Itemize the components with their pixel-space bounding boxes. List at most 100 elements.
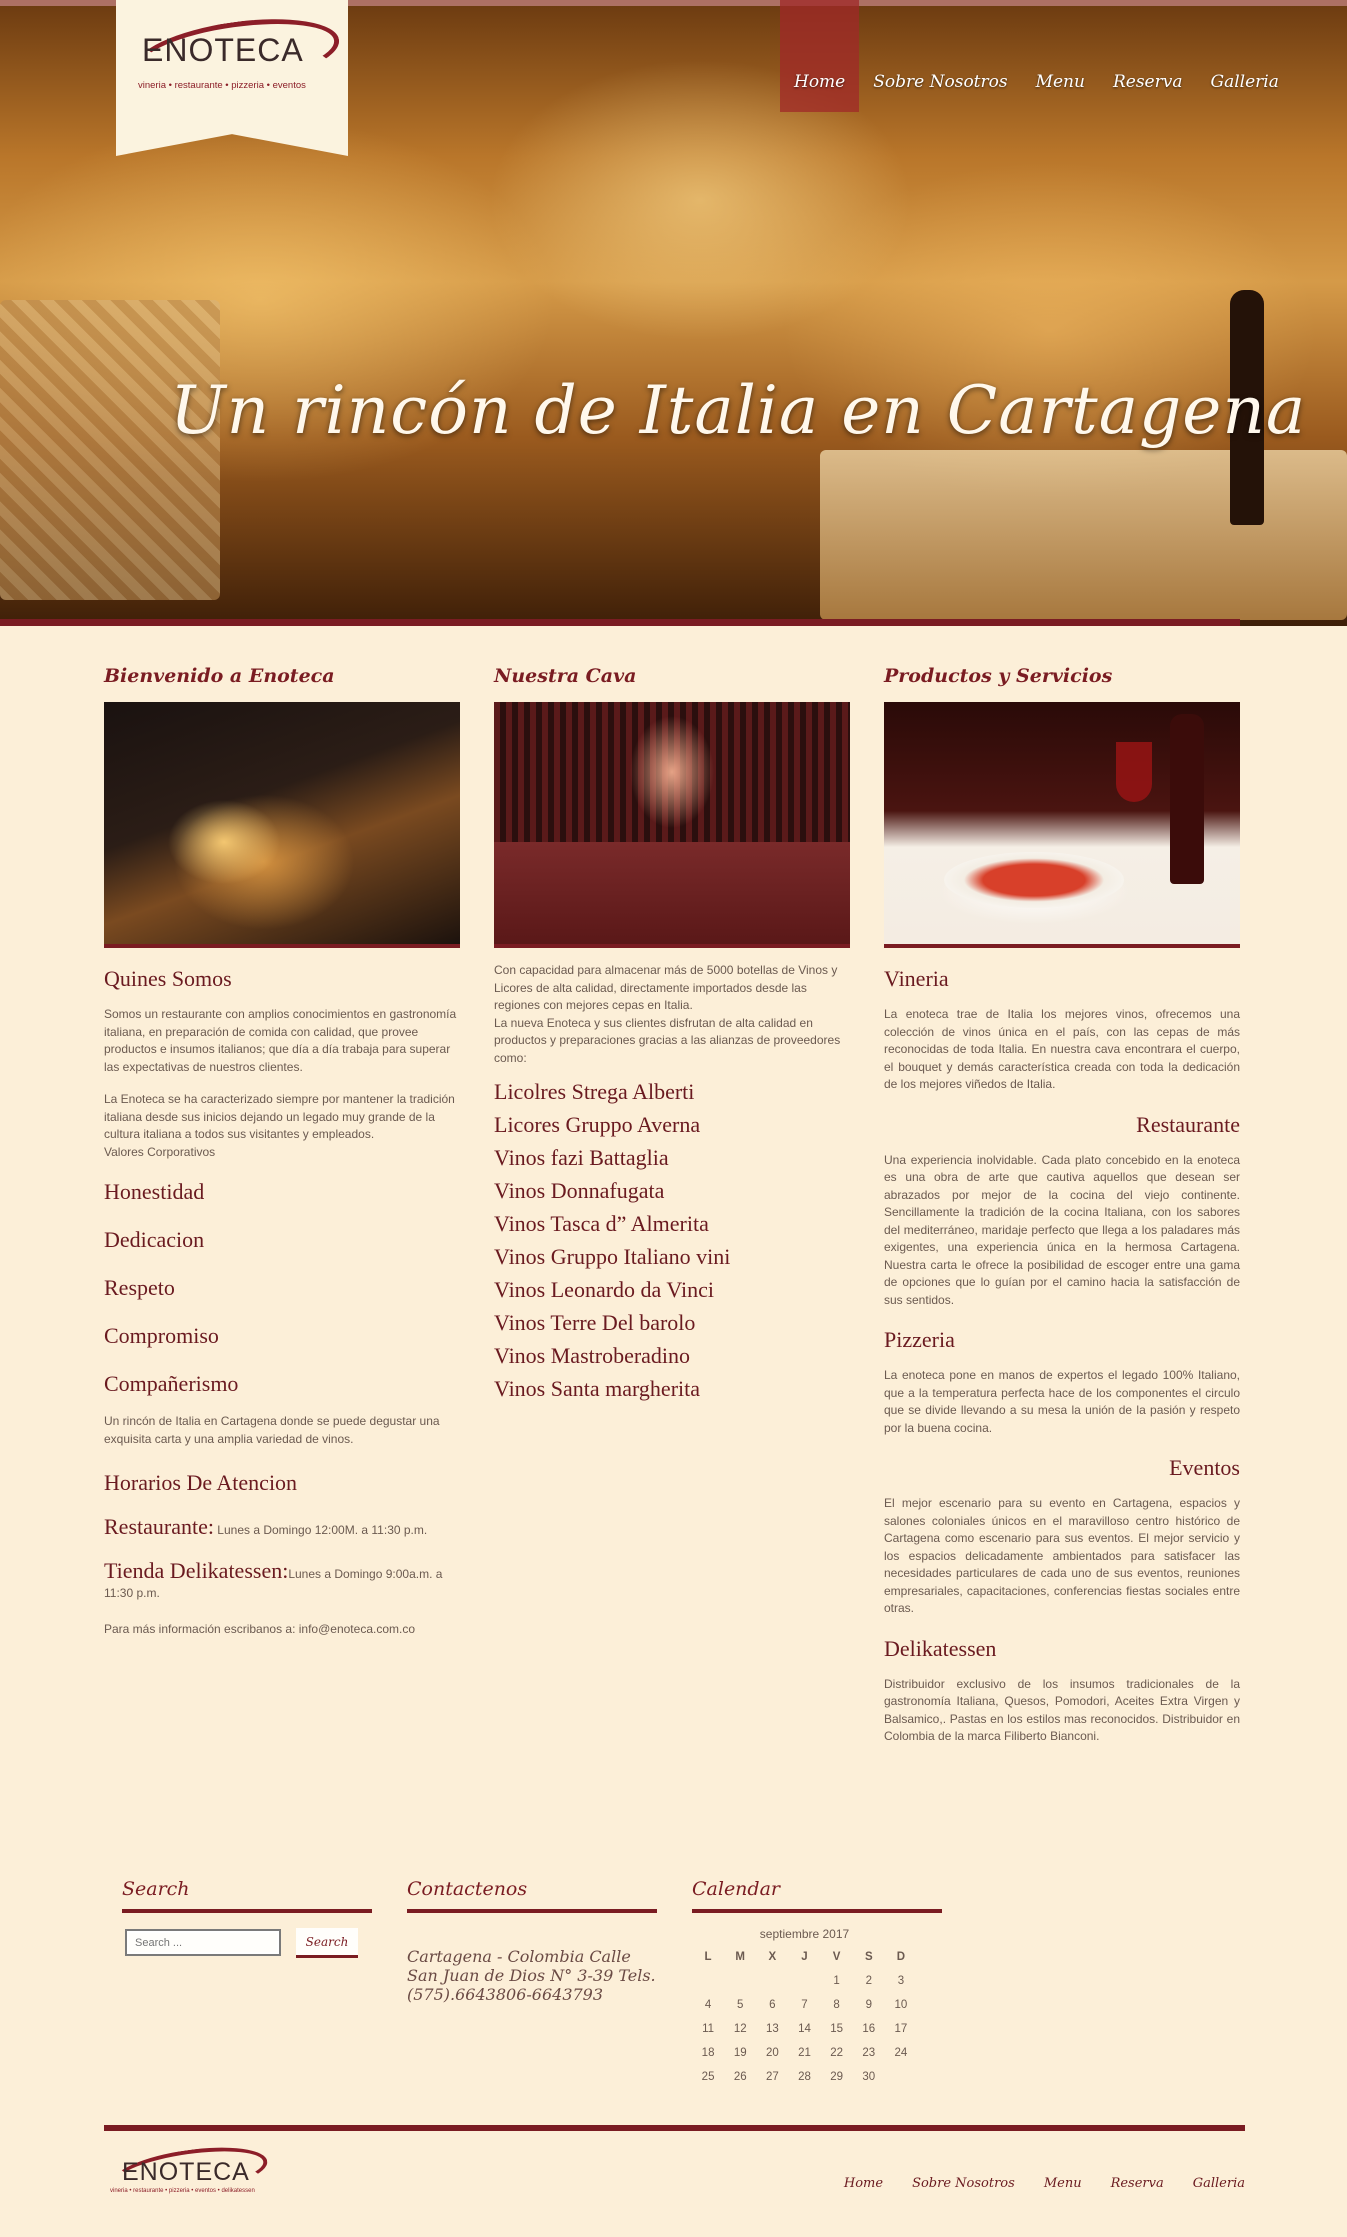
calendar-day[interactable]: 4 [692,1993,724,2017]
calendar-day [724,1969,756,1993]
site-logo[interactable]: ENOTECA vineria • restaurante • pizzeria… [116,0,348,156]
logo-wordmark: ENOTECA [122,2158,250,2186]
footer-logo[interactable]: ENOTECA vineria • restaurante • pizzeria… [106,2139,271,2205]
hero-banner: ENOTECA vineria • restaurante • pizzeria… [0,0,1347,626]
service-heading-vineria: Vineria [884,966,949,991]
calendar-day [788,1969,820,1993]
widget-title: Search [122,1875,372,1913]
calendar-day[interactable]: 5 [724,1993,756,2017]
contact-address: Cartagena - Colombia Calle San Juan de D… [407,1947,656,2004]
hours-label: Restaurante: [104,1514,214,1539]
calendar-day[interactable]: 10 [885,1993,917,2017]
calendar-day[interactable]: 14 [788,2017,820,2041]
calendar-day[interactable]: 17 [885,2017,917,2041]
footer-nav-reserva[interactable]: Reserva [1082,2176,1164,2191]
calendar-day[interactable]: 20 [756,2041,788,2065]
calendar-day[interactable]: 6 [756,1993,788,2017]
hero-table-decoration [820,450,1347,620]
calendar-caption: septiembre 2017 [759,1927,850,1941]
footer-nav-menu[interactable]: Menu [1015,2176,1082,2191]
calendar-day[interactable]: 19 [724,2041,756,2065]
value-item: Compromiso [104,1323,219,1348]
calendar-day[interactable]: 23 [853,2041,885,2065]
wine-supplier: Licolres Strega Alberti [494,1079,695,1104]
calendar-day[interactable]: 9 [853,1993,885,2017]
wine-supplier: Vinos Terre Del barolo [494,1310,696,1335]
calendar-day[interactable]: 21 [788,2041,820,2065]
calendar-day[interactable]: 7 [788,1993,820,2017]
about-paragraph: La Enoteca se ha caracterizado siempre p… [104,1092,455,1141]
calendar-day-header: M [735,1951,745,1963]
footer-nav: Home Sobre Nosotros Menu Reserva Galleri… [815,2176,1245,2191]
plate-shape [944,852,1124,908]
calendar-day-header: D [896,1951,906,1963]
calendar-day[interactable]: 25 [692,2065,724,2089]
service-text: La enoteca trae de Italia los mejores vi… [884,1007,1240,1091]
wine-supplier: Vinos Tasca d” Almerita [494,1211,709,1236]
calendar-day[interactable]: 22 [821,2041,853,2065]
value-item: Compañerismo [104,1371,239,1396]
calendar-day [756,1969,788,1993]
calendar-day[interactable]: 3 [885,1969,917,1993]
hero-bottom-border [0,619,1240,626]
wine-supplier: Vinos Leonardo da Vinci [494,1277,714,1302]
search-button[interactable]: Search [296,1928,358,1958]
footer-divider [104,2125,1245,2131]
value-item: Respeto [104,1275,175,1300]
calendar-day[interactable]: 16 [853,2017,885,2041]
calendar-day-header: S [864,1951,873,1963]
nav-home[interactable]: Home [780,0,860,112]
footer-nav-sobre-nosotros[interactable]: Sobre Nosotros [883,2176,1015,2191]
search-widget: Search Search [122,1875,372,1958]
footer-nav-galleria[interactable]: Galleria [1164,2176,1245,2191]
about-heading: Quines Somos [104,966,232,991]
search-input[interactable] [125,1929,281,1956]
nav-menu[interactable]: Menu [1022,0,1099,112]
wine-cellar-photo [494,702,850,948]
intro-paragraph: Un rincón de Italia en Cartagena donde s… [104,1414,440,1446]
calendar-day[interactable]: 13 [756,2017,788,2041]
calendar-day[interactable]: 28 [788,2065,820,2089]
calendar-day[interactable]: 30 [853,2065,885,2089]
calendar-grid: L M X J V S D 1 2 3 4 5 6 7 8 9 10 11 12 13 14 15 16 17 18 19 20 21… [692,1945,917,2089]
calendar-day[interactable]: 2 [853,1969,885,1993]
nav-reserva[interactable]: Reserva [1099,0,1197,112]
calendar-day-header: L [704,1951,712,1963]
food-and-wine-photo [884,702,1240,948]
calendar-day[interactable]: 1 [821,1969,853,1993]
service-text: La enoteca pone en manos de expertos el … [884,1368,1240,1435]
calendar-day[interactable]: 15 [821,2017,853,2041]
value-item: Dedicacion [104,1227,205,1252]
calendar-day[interactable]: 29 [821,2065,853,2089]
wine-supplier: Licores Gruppo Averna [494,1112,701,1137]
footer-nav-home[interactable]: Home [815,2176,883,2191]
calendar-day[interactable]: 27 [756,2065,788,2089]
calendar-day[interactable]: 26 [724,2065,756,2089]
calendar-day[interactable]: 18 [692,2041,724,2065]
restaurant-facade-photo [104,702,460,948]
nav-galleria[interactable]: Galleria [1196,0,1292,112]
logo-subtitle: vineria • restaurante • pizzeria • event… [138,80,306,91]
contact-email-text: Para más información escribanos a: info@… [104,1621,415,1636]
about-paragraph: Somos un restaurante con amplios conocim… [104,1007,457,1074]
calendar-widget: Calendar septiembre 2017 LMXJVSD12345678… [692,1875,942,2083]
calendar-day[interactable]: 24 [885,2041,917,2065]
calendar-day[interactable]: 8 [821,1993,853,2017]
wine-supplier: Vinos Mastroberadino [494,1343,691,1368]
calendar-day[interactable]: 12 [724,2017,756,2041]
column-title: Productos y Servicios [884,665,1113,687]
wine-supplier: Vinos Santa margherita [494,1376,701,1401]
wine-bottle-shape [1170,714,1204,884]
calendar-day [692,1969,724,1993]
nav-sobre-nosotros[interactable]: Sobre Nosotros [859,0,1021,112]
calendar-day[interactable]: 11 [692,2017,724,2041]
service-text: Una experiencia inolvidable. Cada plato … [884,1152,1240,1307]
services-column: Productos y Servicios Vineria La enoteca… [884,664,1240,1746]
hours-restaurant: Restaurante: Lunes a Domingo 12:00M. a 1… [104,1514,460,1540]
logo-wordmark: ENOTECA [142,32,304,68]
calendar-day [885,2065,917,2089]
column-title: Nuestra Cava [494,665,637,687]
welcome-column: Bienvenido a Enoteca Quines Somos Somos … [104,664,460,1638]
hours-heading: Horarios De Atencion [104,1470,298,1495]
contact-widget: Contactenos Cartagena - Colombia Calle S… [407,1875,657,2004]
